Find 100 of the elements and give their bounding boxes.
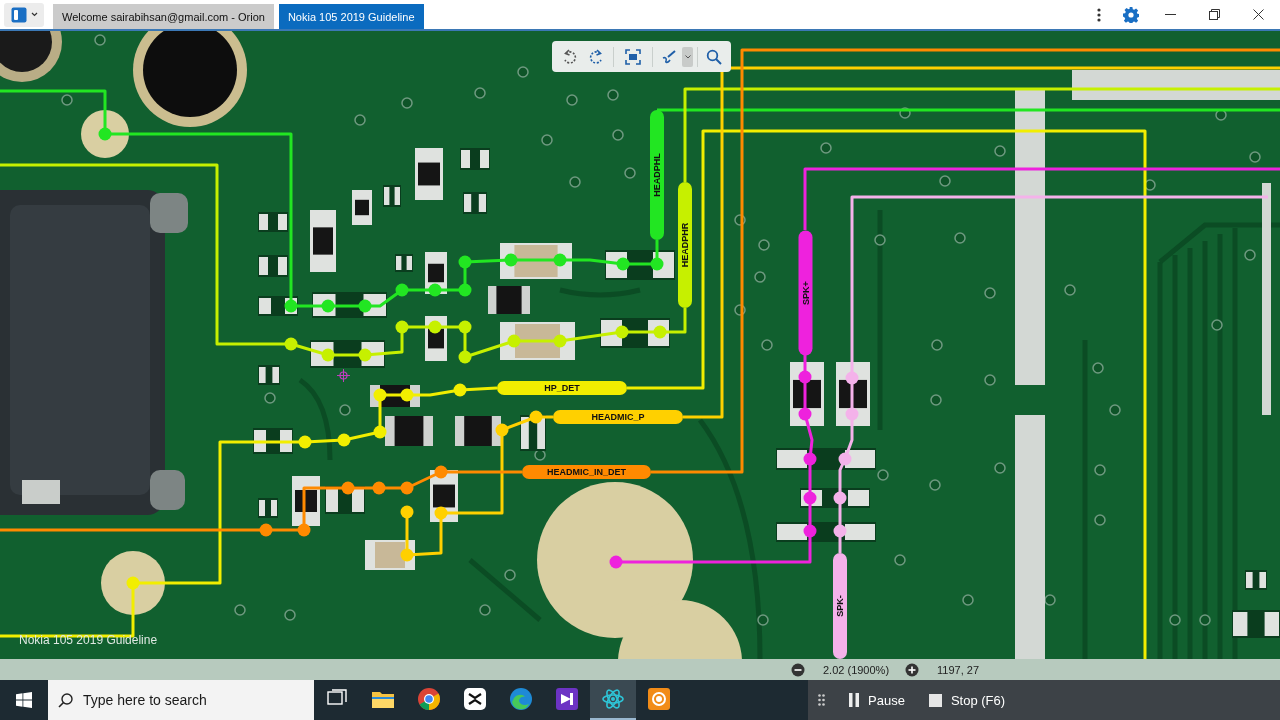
smd-component	[365, 540, 415, 570]
via-icon	[734, 304, 746, 316]
app-logo-icon	[10, 6, 27, 23]
windows-logo-icon	[16, 692, 32, 708]
via-icon	[757, 614, 769, 626]
zoom-in-button[interactable]	[905, 662, 920, 677]
tab[interactable]: Nokia 105 2019 Guideline	[278, 4, 424, 29]
app-menu-button[interactable]	[4, 2, 44, 27]
net-label[interactable]: SPK+	[798, 230, 812, 355]
via-icon	[1244, 249, 1256, 261]
via-icon	[94, 34, 106, 46]
net-label[interactable]: HEADMIC_IN_DET	[522, 465, 651, 479]
solder-pad	[101, 551, 165, 615]
net-label[interactable]: HEADPHR	[678, 182, 692, 308]
rotate-left-icon	[562, 48, 578, 65]
via-icon	[1169, 614, 1181, 626]
smd-component	[253, 428, 293, 454]
smd-component	[352, 190, 372, 225]
net-label[interactable]: HEADMIC_P	[553, 410, 683, 424]
smd-component	[258, 498, 278, 518]
via-icon	[479, 604, 491, 616]
via-icon	[1109, 404, 1121, 416]
via-icon	[1064, 284, 1076, 296]
settings-icon	[1123, 6, 1139, 23]
via-icon	[607, 89, 619, 101]
stop-button[interactable]: Stop (F6)	[928, 692, 1006, 708]
via-icon	[1094, 514, 1106, 526]
smd-component	[488, 286, 530, 314]
zoom-level: 2.02 (1900%)	[823, 663, 890, 676]
via-icon	[1044, 594, 1056, 606]
via-icon	[929, 479, 941, 491]
mounting-hole	[0, 31, 62, 82]
tab[interactable]: Welcome sairabihsan@gmail.com - Orion	[53, 4, 274, 29]
via-icon	[504, 569, 516, 581]
via-icon	[877, 469, 889, 481]
fit-screen-icon	[625, 48, 641, 65]
dot-tile-icon	[647, 687, 671, 711]
smd-component	[292, 476, 320, 526]
grip-icon	[818, 694, 825, 706]
zoom-out-button[interactable]	[791, 662, 805, 677]
net-label[interactable]: HP_DET	[497, 381, 627, 395]
via-icon	[234, 604, 246, 616]
via-icon	[954, 232, 966, 244]
via-icon	[984, 287, 996, 299]
smd-component	[1245, 570, 1267, 590]
via-icon	[894, 554, 906, 566]
via-icon	[761, 339, 773, 351]
via-icon	[820, 142, 832, 154]
via-icon	[1199, 614, 1211, 626]
smd-component	[383, 185, 401, 207]
dropdown-button[interactable]	[682, 46, 693, 67]
via-icon	[612, 129, 624, 141]
pause-button[interactable]: Pause	[849, 692, 905, 708]
via-icon	[339, 404, 351, 416]
via-icon	[734, 214, 746, 226]
via-icon	[1249, 151, 1261, 163]
via-icon	[1144, 179, 1156, 191]
restore-icon	[1208, 9, 1220, 20]
crosshair-icon	[337, 369, 350, 382]
via-icon	[930, 394, 942, 406]
more-icon	[1097, 7, 1101, 22]
via-icon	[1092, 362, 1104, 374]
tile-logo-icon	[463, 687, 487, 711]
via-icon	[61, 94, 73, 106]
via-icon	[569, 176, 581, 188]
smd-component	[463, 192, 487, 214]
document-caption: Nokia 105 2019 Guideline	[19, 633, 158, 647]
via-icon	[994, 145, 1006, 157]
via-icon	[758, 239, 770, 251]
smd-component	[415, 148, 443, 200]
cursor-coordinates: 1197, 27	[937, 663, 980, 676]
search-field[interactable]: Type here to search	[48, 680, 314, 720]
minimize-icon	[1164, 14, 1176, 15]
via-icon	[566, 94, 578, 106]
net-label[interactable]: SPK-	[833, 553, 847, 659]
caret-icon	[30, 12, 38, 17]
via-icon	[984, 374, 996, 386]
caret-icon	[684, 54, 691, 59]
search-icon	[58, 693, 73, 708]
ribbon-logo-icon	[555, 687, 579, 711]
smd-component	[258, 365, 280, 385]
smd-component	[258, 212, 288, 232]
zoom-out-icon	[791, 662, 805, 677]
via-icon	[754, 271, 766, 283]
zoom-in-icon	[905, 662, 920, 677]
via-icon	[1094, 464, 1106, 476]
atom-icon	[601, 687, 625, 711]
rotate-right-icon	[588, 48, 604, 65]
search-icon	[706, 48, 722, 65]
net-label[interactable]: HEADPHL	[650, 110, 664, 240]
via-icon	[994, 462, 1006, 474]
smd-component	[460, 148, 490, 170]
via-icon	[284, 609, 296, 621]
via-icon	[354, 114, 366, 126]
via-icon	[264, 392, 276, 404]
via-icon	[517, 66, 529, 78]
via-icon	[874, 234, 886, 246]
via-icon	[899, 107, 911, 119]
via-icon	[931, 339, 943, 351]
via-icon	[962, 594, 974, 606]
